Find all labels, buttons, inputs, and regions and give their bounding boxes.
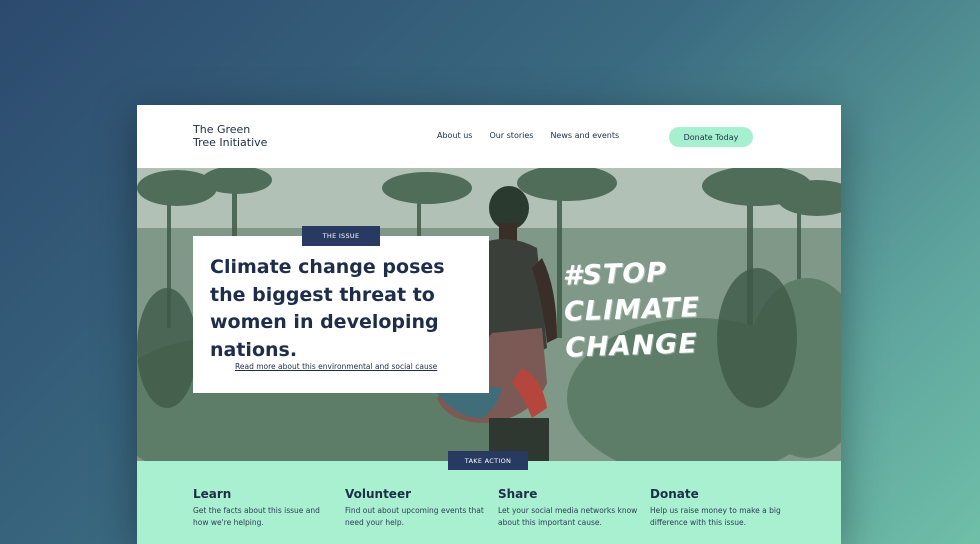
- nav-link-our-stories[interactable]: Our stories: [489, 131, 533, 140]
- action-description: Get the facts about this issue and how w…: [193, 506, 320, 527]
- nav-menu: About us Our stories News and events: [437, 131, 619, 140]
- nav-link-about-us[interactable]: About us: [437, 131, 472, 140]
- action-title: Volunteer: [345, 487, 412, 501]
- action-description: Help us raise money to make a big differ…: [650, 506, 781, 527]
- action-title: Learn: [193, 487, 232, 501]
- stop-climate-change-graphic: #STOP CLIMATE CHANGE: [562, 257, 701, 364]
- read-more-link[interactable]: Read more about this environmental and s…: [235, 362, 437, 371]
- site-logo[interactable]: The Green Tree Initiative: [193, 123, 283, 149]
- issue-card: Climate change poses the biggest threat …: [193, 236, 489, 393]
- action-title: Share: [498, 487, 538, 501]
- top-navigation: The Green Tree Initiative About us Our s…: [137, 105, 841, 168]
- action-description: Let your social media networks know abou…: [498, 506, 638, 527]
- action-column-learn[interactable]: Learn Get the facts about this issue and…: [193, 487, 333, 528]
- action-column-donate[interactable]: Donate Help us raise money to make a big…: [650, 487, 790, 528]
- logo-line-2: Tree Initiative: [193, 136, 268, 149]
- hero-headline: Climate change poses the biggest threat …: [210, 256, 445, 361]
- the-issue-tag: THE ISSUE: [302, 226, 380, 246]
- website-mockup: The Green Tree Initiative About us Our s…: [137, 105, 841, 544]
- nav-link-news-events[interactable]: News and events: [550, 131, 619, 140]
- action-column-share[interactable]: Share Let your social media networks kno…: [498, 487, 638, 528]
- donate-today-button[interactable]: Donate Today: [669, 127, 753, 147]
- take-action-tag: TAKE ACTION: [448, 451, 528, 470]
- action-title: Donate: [650, 487, 699, 501]
- logo-line-1: The Green: [193, 123, 251, 136]
- action-description: Find out about upcoming events that need…: [345, 506, 484, 527]
- action-column-volunteer[interactable]: Volunteer Find out about upcoming events…: [345, 487, 485, 528]
- take-action-section: Learn Get the facts about this issue and…: [137, 461, 841, 544]
- hero-banner: Climate change poses the biggest threat …: [137, 168, 841, 461]
